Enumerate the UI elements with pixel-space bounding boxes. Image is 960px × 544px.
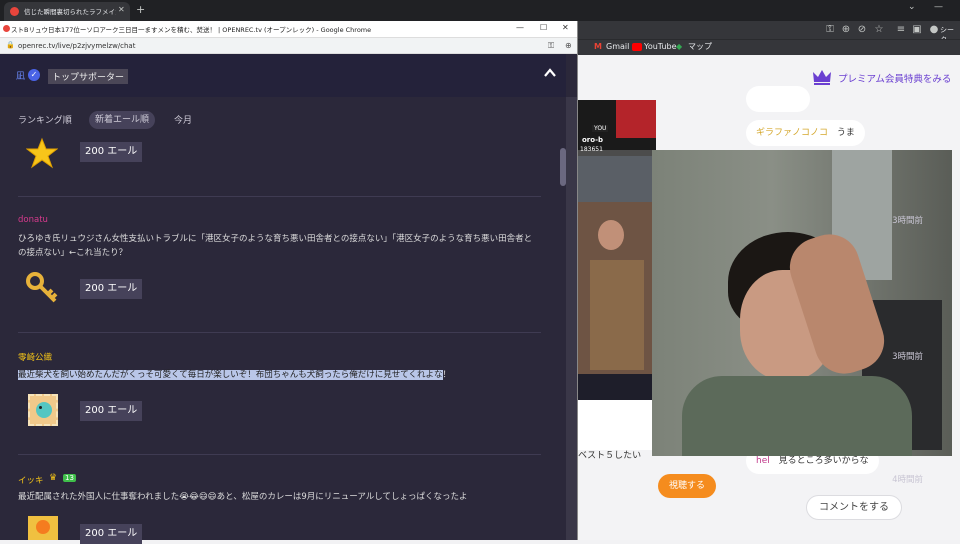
- maps-icon: ◆: [676, 42, 683, 51]
- stream-side-text: ベスト５したい: [578, 451, 642, 461]
- tab-newest-yell[interactable]: 新着エール順: [89, 111, 156, 129]
- supporter-name[interactable]: イッキ: [18, 474, 44, 486]
- stream-player-name: oro-b: [582, 136, 603, 144]
- divider: [18, 332, 541, 333]
- timestamp: 3時間前: [892, 352, 923, 362]
- new-tab-button[interactable]: +: [136, 3, 145, 16]
- scrollbar-track[interactable]: [566, 97, 577, 540]
- stream-info-card: [578, 400, 656, 450]
- profile-avatar-icon[interactable]: ●: [928, 24, 940, 36]
- key-icon[interactable]: ⚿: [548, 41, 554, 51]
- supporter-name[interactable]: 零崎公織: [18, 351, 52, 363]
- minimize-button[interactable]: —: [516, 23, 524, 32]
- sun-card-icon: [28, 516, 58, 540]
- chat-bubble: ギラファノコノコ うま: [746, 120, 865, 146]
- webcam-overlay: [652, 150, 952, 456]
- chat-text: 見るところ多いからな: [778, 456, 869, 466]
- key-icon[interactable]: ⚿: [824, 24, 836, 36]
- bookmark-gmail[interactable]: Gmail: [606, 41, 629, 53]
- selected-text: 最近柴犬を飼い始めたんだがくっそ可愛くて毎日が楽しいぞ！布団ちゃんも犬飼ったら俺…: [18, 370, 443, 380]
- chat-text: うま: [836, 128, 855, 138]
- divider: [18, 196, 541, 197]
- tab-close-icon[interactable]: ✕: [118, 5, 125, 14]
- user-level-badge: 13: [63, 474, 76, 482]
- crown-badge-icon: ♛: [49, 473, 58, 483]
- minimize-icon[interactable]: —: [934, 2, 943, 12]
- person-shirt: [682, 376, 912, 456]
- stamp-icon: [28, 394, 58, 426]
- top-supporter-label: トップサポーター: [48, 69, 129, 84]
- browser-tab[interactable]: 信じた瞬間裏切られたラフメイカー引 ✕: [4, 2, 130, 21]
- chat-user[interactable]: ギラファノコノコ: [756, 128, 828, 138]
- yell-amount: 200 エール: [80, 279, 143, 299]
- yell-amount: 200 エール: [80, 401, 143, 421]
- supporter-name[interactable]: donatu: [18, 215, 48, 225]
- tab-this-month[interactable]: 今月: [168, 113, 198, 129]
- bookmark-maps[interactable]: マップ: [688, 41, 712, 53]
- bookmark-youtube[interactable]: YouTube: [644, 41, 677, 53]
- stream-tag: YOU: [592, 125, 609, 132]
- side-panel-icon[interactable]: ▣: [911, 24, 923, 36]
- timestamp: 4時間前: [892, 475, 923, 485]
- popup-window-title: ストBリュウ日本177位ーソロアーク三日目一ますメンを積む、焚送！ | OPEN…: [11, 26, 372, 34]
- premium-link[interactable]: プレミアム会員特典をみる: [838, 71, 951, 85]
- comment-button[interactable]: コメントをする: [806, 495, 902, 520]
- gmail-icon: M: [594, 42, 602, 51]
- chat-bubble: [746, 86, 810, 112]
- browser-tab-bar: 信じた瞬間裏切られたラフメイカー引 ✕ + ⌄ —: [0, 0, 960, 21]
- reading-list-icon[interactable]: ≡: [895, 24, 907, 36]
- tab-title: 信じた瞬間裏切られたラフメイカー引: [24, 8, 116, 16]
- openrec-favicon: [10, 7, 19, 16]
- bookmark-star-icon[interactable]: ☆: [873, 24, 885, 36]
- youtube-icon: [632, 43, 642, 51]
- supporter-message: 最近配属された外国人に仕事奪われました😭😂😄😄あと、松屋のカレーは9月にリニュー…: [18, 492, 468, 502]
- maximize-button[interactable]: ☐: [540, 23, 547, 32]
- chat-user[interactable]: hel: [756, 456, 770, 466]
- eye-off-icon[interactable]: ⊘: [856, 24, 868, 36]
- popup-address-bar: 🔒 openrec.tv/live/p2zjvymelzw/chat ⚿ ⊕: [0, 38, 577, 54]
- verified-check-icon: ✓: [28, 69, 40, 81]
- crown-icon: [813, 70, 831, 85]
- scrollbar-thumb[interactable]: [560, 148, 566, 186]
- yell-amount: 200 エール: [80, 524, 143, 544]
- stream-thumbnail[interactable]: YOU oro-b 183651: [578, 100, 656, 400]
- zoom-icon[interactable]: ⊕: [565, 41, 572, 50]
- close-button[interactable]: ✕: [562, 23, 569, 32]
- tab-ranking[interactable]: ランキング順: [12, 113, 78, 129]
- chevron-down-icon[interactable]: ⌄: [908, 2, 916, 12]
- popup-url[interactable]: openrec.tv/live/p2zjvymelzw/chat: [18, 42, 135, 50]
- supporter-message: 最近柴犬を飼い始めたんだがくっそ可愛くて毎日が楽しいぞ！布団ちゃんも犬飼ったら俺…: [18, 368, 538, 382]
- lock-icon: 🔒: [6, 41, 15, 49]
- key-icon: [26, 272, 58, 303]
- zoom-icon[interactable]: ⊕: [840, 24, 852, 36]
- message-tail: ！: [442, 370, 452, 380]
- divider: [18, 454, 541, 455]
- supporter-header: 凪 ✓ トップサポーター: [0, 54, 566, 97]
- stream-fighter-portrait: [616, 100, 656, 138]
- chevron-up-icon[interactable]: [543, 66, 557, 80]
- stream-score: 183651: [580, 146, 603, 153]
- openrec-favicon: [3, 25, 10, 32]
- timestamp: 3時間前: [892, 216, 923, 226]
- watch-button[interactable]: 視聴する: [658, 474, 716, 498]
- supporter-message: ひろゆき氏リュウジさん女性支払いトラブルに「港区女子のような育ち悪い田舎者との接…: [18, 234, 533, 258]
- user-initial: 凪: [16, 72, 26, 82]
- supporter-list: [0, 97, 566, 540]
- yell-amount: 200 エール: [80, 142, 143, 162]
- star-icon: [26, 137, 58, 169]
- popup-title-bar: ストBリュウ日本177位ーソロアーク三日目一ますメンを積む、焚送！ | OPEN…: [0, 21, 577, 38]
